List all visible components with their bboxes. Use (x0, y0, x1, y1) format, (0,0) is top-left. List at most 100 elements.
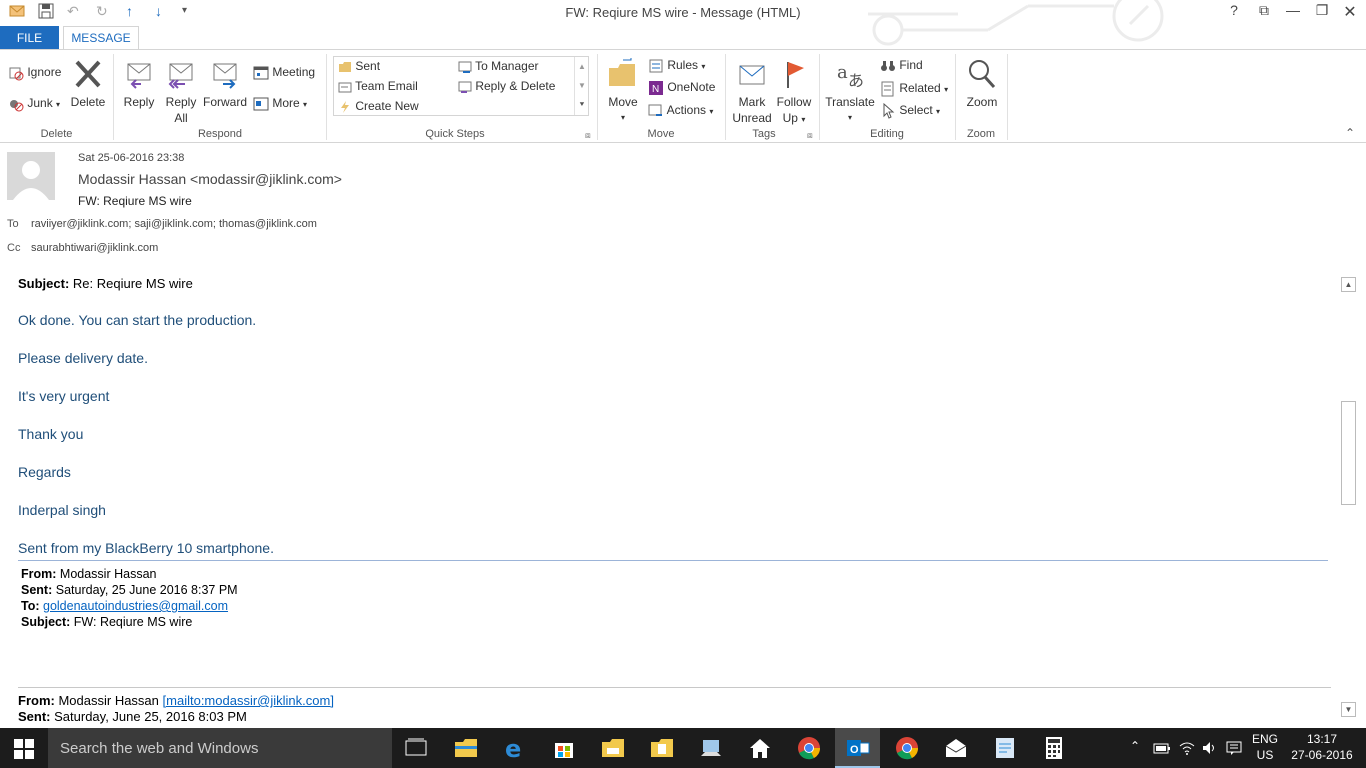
cc-recipients[interactable]: saurabhtiwari@jiklink.com (31, 242, 158, 254)
calculator-icon[interactable] (1042, 736, 1066, 760)
fw2-sent-value: Saturday, June 25, 2016 8:03 PM (54, 709, 247, 724)
fw1-to-link[interactable]: goldenautoindustries@gmail.com (43, 599, 228, 613)
quickstep-team-email[interactable]: Team Email (338, 79, 418, 94)
fw1-sent-label: Sent: (21, 583, 53, 597)
rules-button[interactable]: Rules ▾ (648, 58, 705, 74)
fw2-from: From: Modassir Hassan [mailto:modassir@j… (18, 693, 334, 708)
reply-delete-icon (458, 81, 472, 93)
find-button[interactable]: Find (880, 58, 923, 74)
minimize-button[interactable]: — (1281, 2, 1305, 18)
related-label: Related (899, 81, 941, 96)
ribbon: Ignore Junk ▾ Delete Delete Reply Reply … (0, 49, 1366, 143)
folder-icon (339, 61, 351, 72)
quick-steps-launcher-icon[interactable]: ⧈ (585, 130, 591, 141)
select-button[interactable]: Select ▾ (880, 103, 940, 119)
help-icon[interactable]: ? (1222, 2, 1246, 18)
collapse-ribbon-icon[interactable]: ⌃ (1345, 126, 1355, 140)
outlook-taskbar-active[interactable]: O (835, 728, 880, 768)
quickstep-sent[interactable]: Sent (338, 59, 380, 74)
vertical-scrollbar[interactable]: ▲ ▼ (1341, 277, 1358, 719)
move-button[interactable]: Move ▾ (604, 58, 642, 126)
close-button[interactable]: ✕ (1338, 2, 1362, 22)
body-line: Thank you (18, 426, 84, 442)
flag-icon (787, 62, 804, 88)
input-language[interactable]: ENG US (1252, 732, 1278, 762)
more-respond-button[interactable]: More ▾ (253, 96, 307, 112)
tags-launcher-icon[interactable]: ⧈ (807, 130, 813, 141)
junk-button[interactable]: Junk ▾ (8, 96, 60, 112)
fw1-from-value: Modassir Hassan (59, 567, 157, 581)
edge-browser-icon[interactable]: e (503, 736, 527, 760)
fw2-from-label: From: (18, 693, 55, 708)
clock[interactable]: 13:17 27-06-2016 (1287, 732, 1357, 762)
scroll-up-button[interactable]: ▲ (1341, 277, 1356, 292)
restore-button[interactable]: ❐ (1310, 2, 1334, 19)
to-recipients[interactable]: raviiyer@jiklink.com; saji@jiklink.com; … (31, 218, 317, 230)
battery-icon[interactable] (1153, 741, 1171, 755)
region-label: US (1256, 748, 1274, 762)
search-box[interactable]: Search the web and Windows (48, 728, 392, 768)
reply-all-label-1: Reply (165, 95, 197, 109)
avatar (7, 152, 55, 200)
tab-message[interactable]: MESSAGE (63, 26, 139, 51)
title-bar: ↶ ↻ ↑ ↓ ▾ FW: Reqiure MS wire - Message … (0, 0, 1366, 46)
quickstep-create-new[interactable]: Create New (338, 99, 419, 114)
onenote-label: OneNote (667, 80, 716, 95)
fw1-to: To: goldenautoindustries@gmail.com (21, 599, 228, 613)
chrome-icon[interactable] (797, 736, 821, 760)
fw2-sent: Sent: Saturday, June 25, 2016 8:03 PM (18, 709, 247, 724)
windows-start-icon[interactable] (14, 739, 34, 759)
forward-button[interactable]: Forward (202, 58, 248, 110)
volume-icon[interactable] (1201, 740, 1217, 756)
wifi-icon[interactable] (1178, 740, 1196, 756)
documents-folder-icon[interactable] (650, 736, 674, 760)
ribbon-tabs: FILE MESSAGE (0, 26, 1366, 51)
follow-up-button[interactable]: Follow Up ▾ (774, 58, 814, 128)
quickstep-reply-delete[interactable]: Reply & Delete (458, 79, 555, 94)
meeting-label: Meeting (272, 65, 316, 80)
fw2-mailto-link[interactable]: [mailto:modassir@jiklink.com] (163, 693, 334, 708)
meeting-button[interactable]: Meeting (253, 65, 315, 81)
network-drive-icon[interactable] (699, 736, 723, 760)
quickstep-to-manager[interactable]: To Manager (458, 59, 539, 74)
tab-file[interactable]: FILE (0, 26, 59, 50)
svg-text:a: a (837, 62, 848, 83)
ignore-icon (9, 67, 24, 81)
onenote-button[interactable]: N OneNote (648, 80, 715, 96)
chrome-icon-2[interactable] (895, 736, 919, 760)
reply-all-button[interactable]: Reply All (162, 58, 200, 126)
scroll-down-button[interactable]: ▼ (1341, 702, 1356, 717)
move-folder-icon (609, 58, 635, 86)
ribbon-display-options-icon[interactable]: ⧉ (1252, 2, 1276, 19)
show-hidden-icons-icon[interactable]: ⌃ (1130, 739, 1140, 753)
related-button[interactable]: Related ▾ (880, 81, 948, 97)
ignore-button[interactable]: Ignore (8, 65, 61, 81)
quickstep-reply-delete-label: Reply & Delete (475, 79, 556, 93)
translate-icon: aあ (837, 62, 864, 90)
mark-unread-button[interactable]: Mark Unread (730, 58, 774, 126)
follow-up-label-2: Up (782, 111, 798, 125)
sender[interactable]: Modassir Hassan <modassir@jiklink.com> (78, 171, 342, 187)
file-explorer-icon[interactable] (454, 736, 478, 760)
mail-icon[interactable] (944, 736, 968, 760)
scroll-thumb[interactable] (1341, 401, 1356, 505)
quick-steps-scroll[interactable]: ▲ ▼ ⯆ (574, 57, 589, 115)
folder-icon[interactable] (601, 736, 625, 760)
task-view-icon[interactable] (404, 736, 428, 760)
forward-label: Forward (202, 95, 247, 109)
delete-button[interactable]: Delete (69, 58, 107, 110)
home-icon[interactable] (748, 736, 772, 760)
mark-unread-icon (739, 65, 765, 85)
notifications-icon[interactable] (1226, 740, 1242, 756)
actions-button[interactable]: Actions ▾ (648, 103, 713, 119)
reply-button[interactable]: Reply (120, 58, 158, 110)
body-line: Regards (18, 464, 71, 480)
person-placeholder-icon (13, 161, 49, 200)
document-viewer-icon[interactable] (993, 736, 1017, 760)
reply-all-icon (168, 63, 193, 89)
message-date: Sat 25-06-2016 23:38 (78, 152, 185, 164)
translate-button[interactable]: aあ Translate ▾ (824, 58, 876, 126)
zoom-button[interactable]: Zoom (960, 58, 1004, 110)
body-line: It's very urgent (18, 388, 110, 404)
store-icon[interactable] (552, 736, 576, 760)
